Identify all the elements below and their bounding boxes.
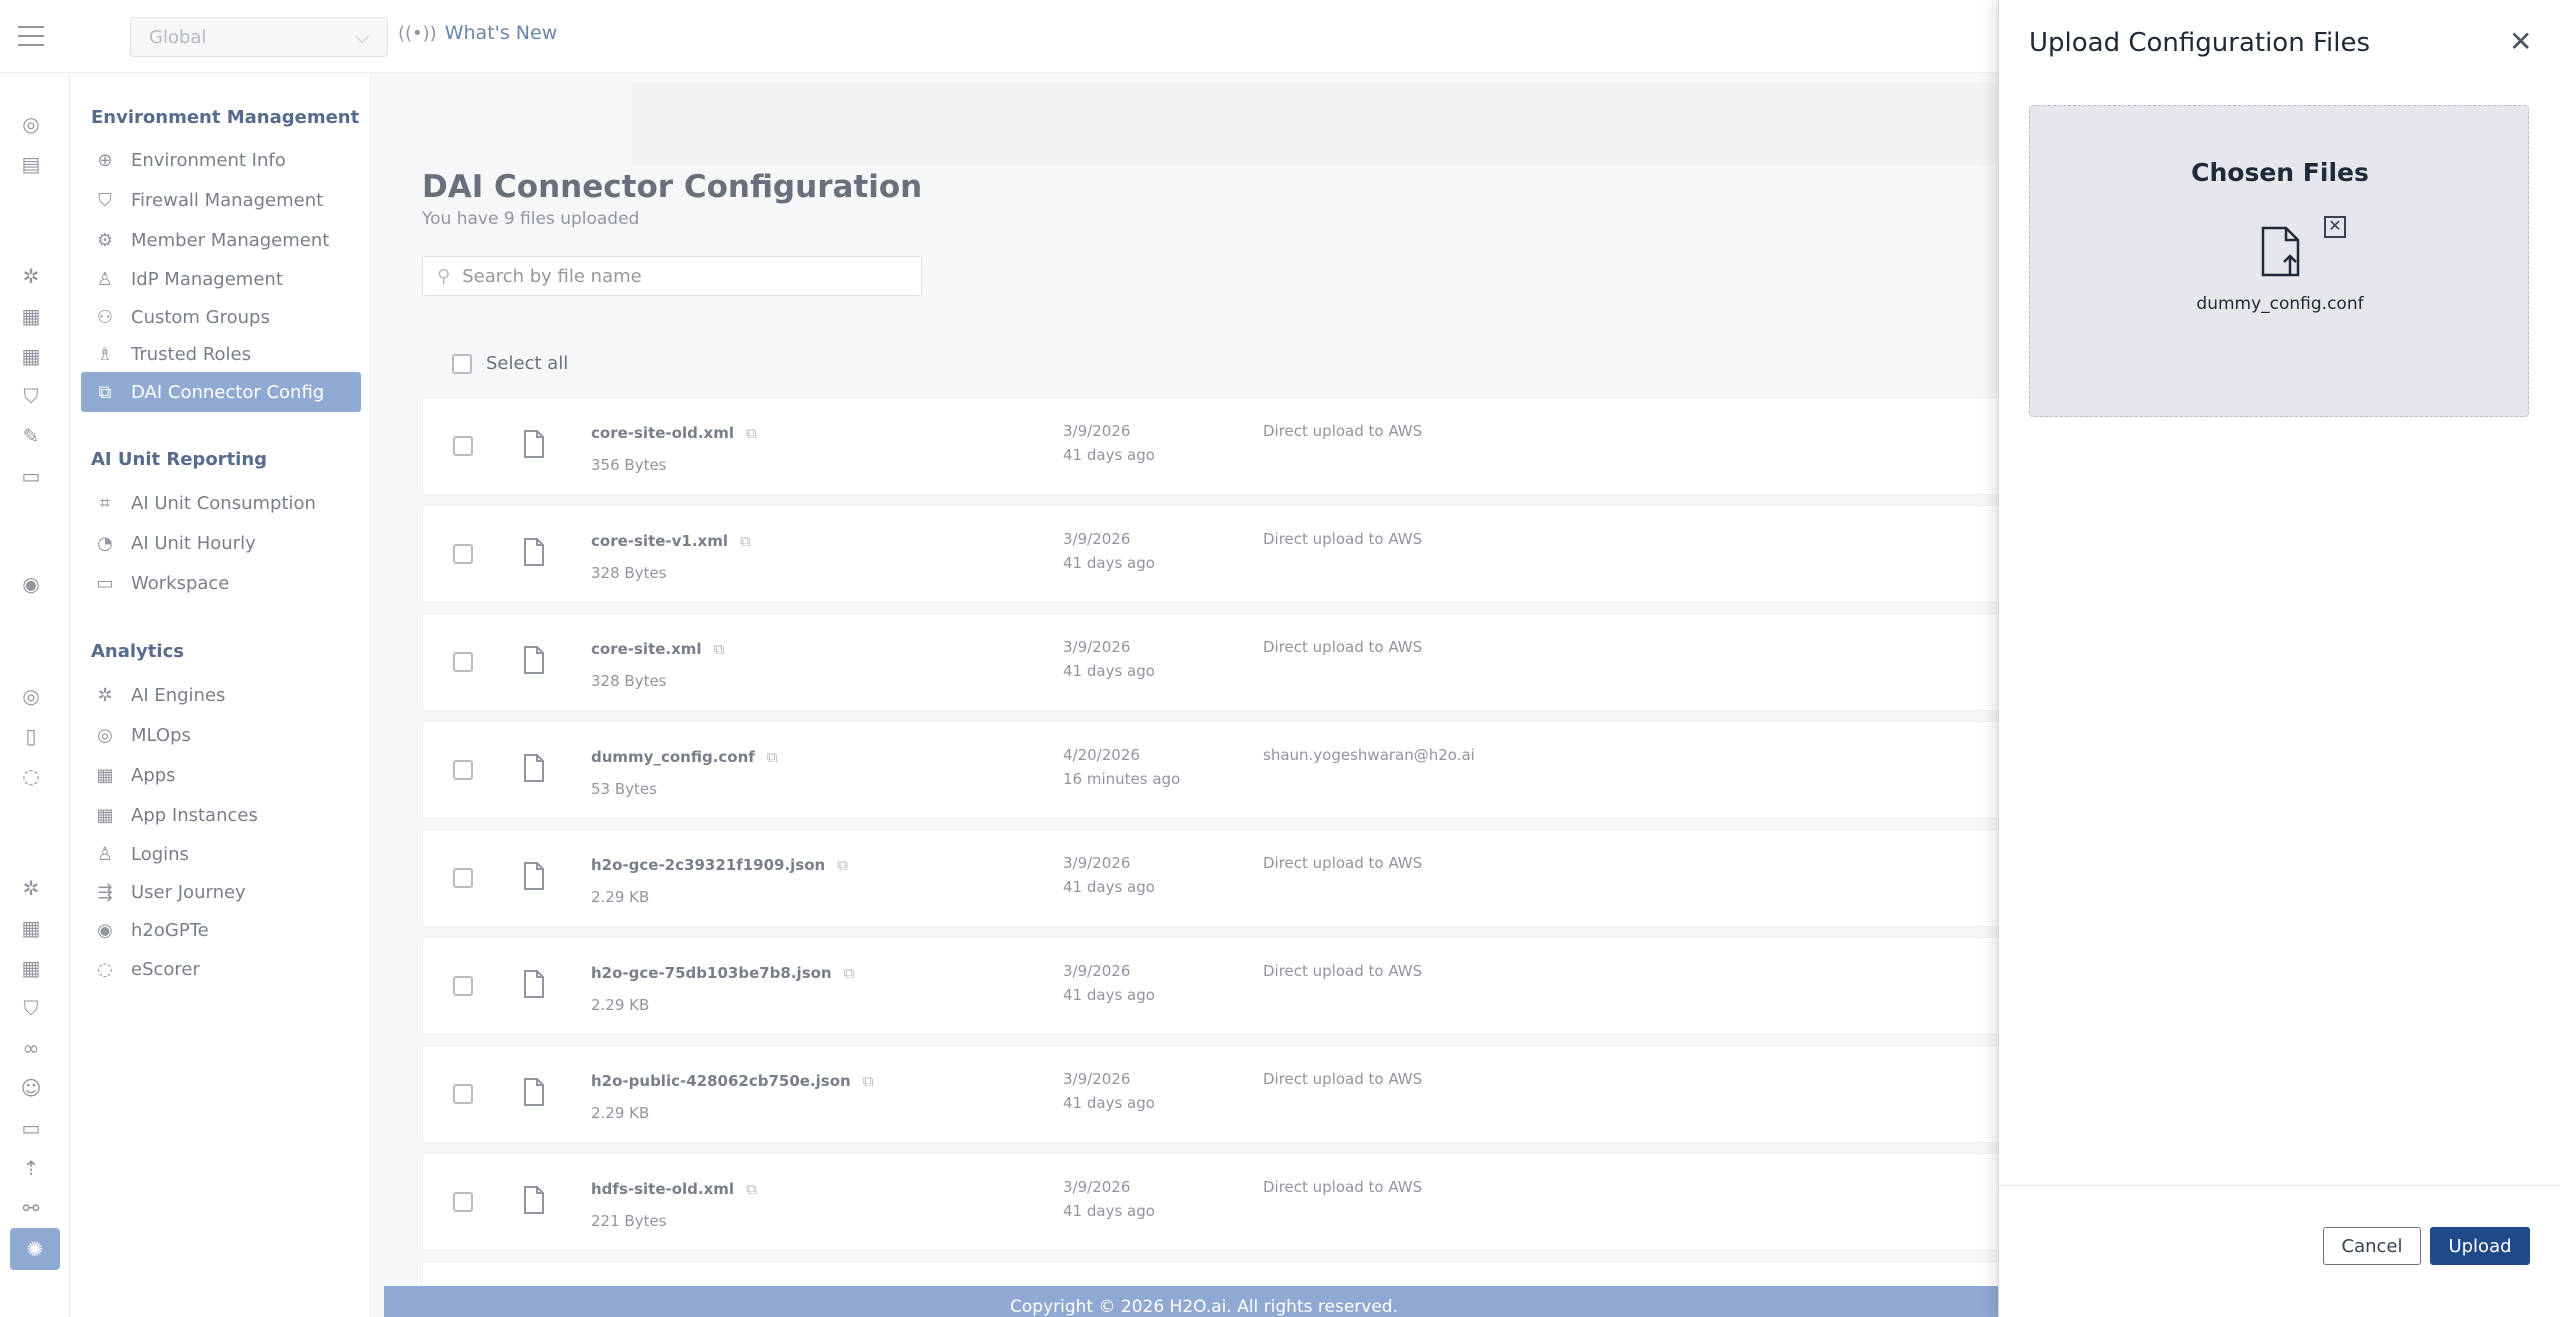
chosen-file-item: ✕ dummy_config.conf	[2180, 216, 2380, 316]
remove-file-icon[interactable]: ✕	[2324, 216, 2346, 238]
chosen-file-name: dummy_config.conf	[2196, 294, 2364, 314]
file-dropzone[interactable]: Chosen Files ✕ dummy_config.conf	[2029, 105, 2529, 417]
chosen-files-title: Chosen Files	[2191, 158, 2369, 187]
close-icon[interactable]: ✕	[2509, 28, 2532, 56]
upload-drawer: Upload Configuration Files ✕ Chosen File…	[1998, 0, 2560, 1317]
drawer-title: Upload Configuration Files	[2029, 28, 2371, 58]
file-upload-icon	[2261, 226, 2300, 277]
cancel-button[interactable]: Cancel	[2323, 1227, 2421, 1265]
upload-button[interactable]: Upload	[2430, 1227, 2530, 1265]
modal-overlay[interactable]	[0, 0, 1998, 1317]
drawer-divider	[1999, 1185, 2560, 1186]
